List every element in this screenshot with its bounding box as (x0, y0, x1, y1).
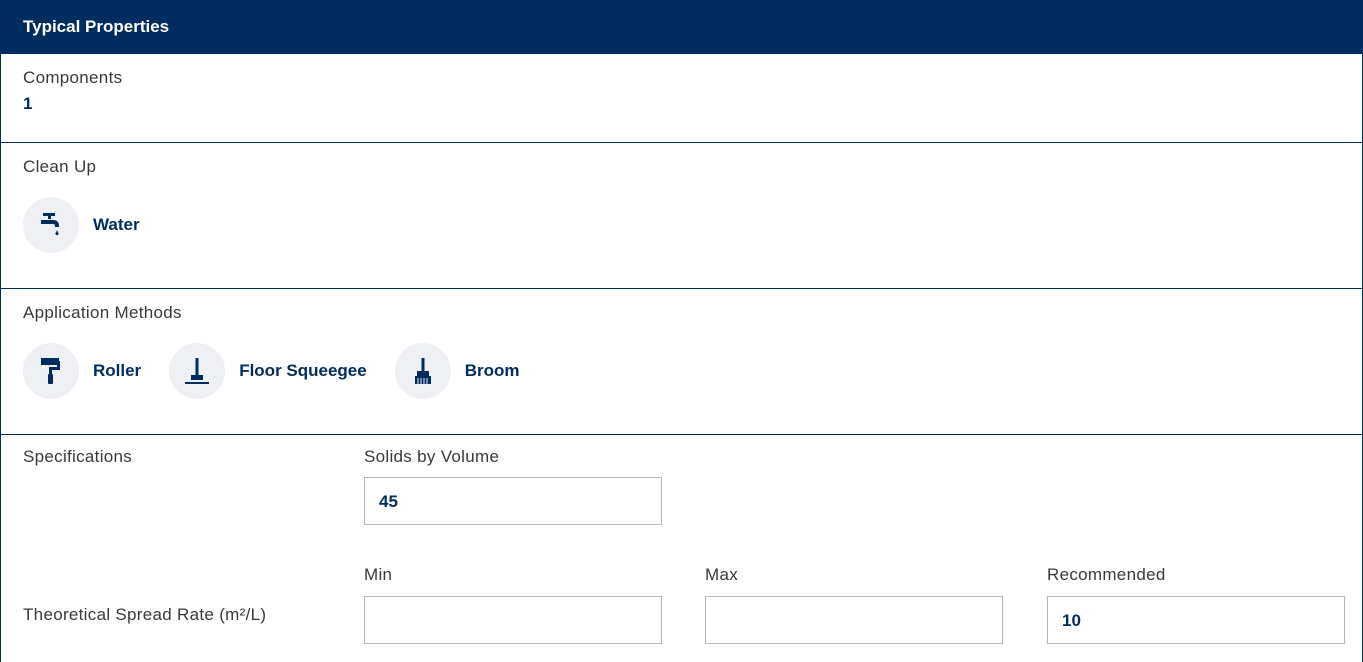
clean-up-label: Clean Up (23, 157, 97, 176)
water-tap-icon (23, 197, 79, 253)
spread-rate-recommended-field[interactable]: 10 (1047, 596, 1345, 644)
floor-squeegee-icon (169, 343, 226, 399)
application-method-roller: Roller (23, 343, 141, 399)
application-method-floor-squeegee: Floor Squeegee (169, 343, 367, 399)
application-methods-list: Roller Floor Squeegee Broom (23, 343, 1362, 399)
components-section: Components 1 (1, 54, 1362, 143)
roller-icon (23, 343, 79, 399)
clean-up-item-label: Water (93, 215, 140, 234)
panel-title: Typical Properties (23, 17, 170, 36)
solids-by-volume-label: Solids by Volume (364, 447, 500, 466)
application-method-label: Broom (464, 361, 520, 380)
clean-up-list: Water (23, 197, 1362, 253)
components-label: Components (23, 68, 123, 87)
spread-rate-max-field[interactable] (705, 596, 1003, 644)
spread-rate-min-field[interactable] (364, 596, 662, 644)
solids-by-volume-field[interactable]: 45 (364, 477, 662, 525)
broom-icon (394, 343, 451, 399)
clean-up-item-water: Water (23, 197, 140, 253)
application-method-broom: Broom (394, 343, 520, 399)
spread-rate-min-label: Min (364, 565, 393, 584)
specifications-section: Specifications Solids by Volume 45 Min M… (1, 435, 1362, 661)
typical-properties-panel: Typical Properties Components 1 Clean Up… (0, 0, 1363, 662)
spread-rate-label: Theoretical Spread Rate (m²/L) (23, 605, 267, 624)
spread-rate-max-label: Max (705, 565, 739, 584)
components-value: 1 (23, 94, 33, 113)
application-method-label: Roller (93, 361, 142, 380)
panel-header: Typical Properties (1, 0, 1362, 54)
spread-rate-recommended-label: Recommended (1047, 565, 1166, 584)
application-methods-label: Application Methods (23, 303, 182, 322)
application-methods-section: Application Methods Roller Floor Squeege… (1, 289, 1362, 435)
clean-up-section: Clean Up Water (1, 143, 1362, 289)
application-method-label: Floor Squeegee (239, 361, 367, 380)
specifications-label: Specifications (23, 447, 133, 466)
